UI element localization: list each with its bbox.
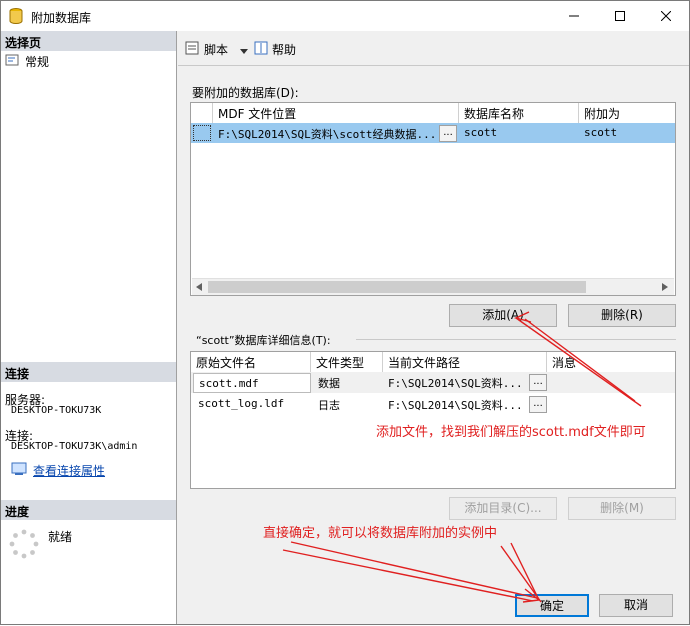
add-catalog-button[interactable]: 添加目录(C)... (449, 497, 557, 520)
progress-spinner-icon (9, 529, 39, 562)
annotation-confirm: 直接确定，就可以将数据库附加的实例中 (263, 526, 498, 541)
help-button[interactable]: 帮助 (254, 41, 296, 58)
attach-as-cell[interactable]: scott (579, 123, 675, 143)
connection-value: DESKTOP-TOKU73K\admin (11, 441, 138, 452)
scroll-left-icon (196, 283, 202, 291)
script-label: 脚本 (204, 43, 229, 57)
ok-button[interactable]: 确定 (515, 594, 589, 617)
cancel-button[interactable]: 取消 (599, 594, 673, 617)
file-type-cell[interactable]: 数据 (313, 372, 383, 392)
grid-header-blank (191, 103, 213, 123)
attach-databases-label: 要附加的数据库(D): (192, 86, 299, 100)
details-divider (356, 339, 676, 340)
attach-database-dialog: 附加数据库 选择页 常规 连接 服务器: DESKTOP-TOKU73K 连接:… (0, 0, 690, 625)
view-connection-properties[interactable]: 查看连接属性 (11, 462, 105, 479)
browse-path-button[interactable]: ... (529, 374, 547, 391)
database-icon (9, 8, 23, 25)
file-name-cell[interactable]: scott.mdf (193, 373, 311, 393)
file-path-cell[interactable]: F:\SQL2014\SQL资料... (383, 394, 529, 414)
sidebar-item-label: 常规 (25, 55, 50, 69)
properties-icon (11, 462, 27, 479)
column-header-file-type[interactable]: 文件类型 (311, 352, 383, 372)
scroll-right-icon (662, 283, 668, 291)
databases-grid[interactable]: MDF 文件位置 数据库名称 附加为 F:\SQL2014\SQL资料\scot… (190, 102, 676, 296)
page-wrench-icon (5, 54, 19, 69)
toolbar: 脚本 帮助 (178, 31, 689, 65)
table-row[interactable]: F:\SQL2014\SQL资料\scott经典数据... ... scott … (191, 123, 675, 143)
table-row[interactable]: scott.mdf 数据 F:\SQL2014\SQL资料... ... (191, 372, 675, 393)
column-header-message[interactable]: 消息 (547, 352, 675, 372)
annotation-add-file: 添加文件，找到我们解压的scott.mdf文件即可 (376, 425, 646, 440)
column-header-db-name[interactable]: 数据库名称 (459, 103, 579, 123)
sidebar: 选择页 常规 连接 服务器: DESKTOP-TOKU73K 连接: DESKT… (1, 31, 177, 624)
chevron-down-icon[interactable] (240, 43, 249, 57)
file-path-cell[interactable]: F:\SQL2014\SQL资料... (383, 372, 529, 392)
script-button[interactable]: 脚本 (184, 41, 249, 58)
details-label: “scott”数据库详细信息(T): (196, 334, 331, 347)
column-header-original-name[interactable]: 原始文件名 (191, 352, 311, 372)
details-grid[interactable]: 原始文件名 文件类型 当前文件路径 消息 scott.mdf 数据 F:\SQL… (190, 351, 676, 489)
general-page: 要附加的数据库(D): MDF 文件位置 数据库名称 附加为 F:\SQL201… (178, 66, 689, 591)
table-row[interactable]: scott_log.ldf 日志 F:\SQL2014\SQL资料... ... (191, 394, 675, 415)
title-bar: 附加数据库 (1, 1, 689, 31)
maximize-button[interactable] (597, 1, 643, 31)
row-selector[interactable] (193, 125, 211, 141)
column-header-current-path[interactable]: 当前文件路径 (383, 352, 547, 372)
column-header-attach-as[interactable]: 附加为 (579, 103, 675, 123)
db-name-cell[interactable]: scott (459, 123, 579, 143)
mdf-location-cell[interactable]: F:\SQL2014\SQL资料\scott经典数据... (213, 123, 439, 143)
server-value: DESKTOP-TOKU73K (11, 405, 102, 416)
add-button[interactable]: 添加(A) (449, 304, 557, 327)
browse-path-button[interactable]: ... (529, 396, 547, 413)
view-connection-properties-link[interactable]: 查看连接属性 (33, 462, 105, 479)
script-icon (184, 41, 200, 58)
minimize-button[interactable] (551, 1, 597, 31)
remove-detail-button[interactable]: 删除(M) (568, 497, 676, 520)
column-header-mdf[interactable]: MDF 文件位置 (213, 103, 459, 123)
window-title: 附加数据库 (31, 11, 92, 25)
help-label: 帮助 (272, 43, 297, 57)
file-type-cell[interactable]: 日志 (313, 394, 383, 414)
sidebar-item-general[interactable]: 常规 (5, 53, 49, 70)
help-book-icon (254, 41, 268, 58)
connection-header: 连接 (1, 362, 176, 382)
browse-mdf-button[interactable]: ... (439, 125, 457, 142)
select-page-header: 选择页 (1, 31, 176, 51)
progress-header: 进度 (1, 500, 176, 520)
remove-button[interactable]: 删除(R) (568, 304, 676, 327)
dialog-footer: 确定 取消 (178, 591, 689, 624)
scrollbar-thumb[interactable] (208, 281, 586, 293)
horizontal-scrollbar[interactable] (192, 278, 674, 295)
close-button[interactable] (643, 1, 689, 31)
file-name-cell[interactable]: scott_log.ldf (193, 394, 311, 414)
progress-status: 就绪 (48, 530, 73, 544)
